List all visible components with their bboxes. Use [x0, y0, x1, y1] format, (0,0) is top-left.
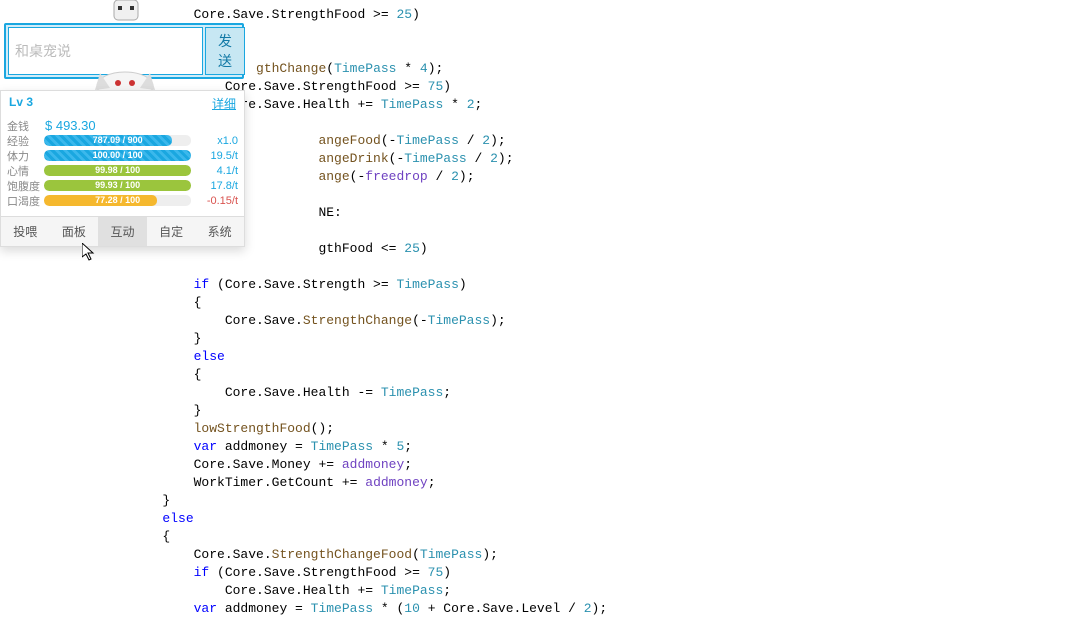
- stat-bar: 99.93 / 100: [44, 180, 191, 191]
- stat-rate: 19.5/t: [193, 150, 238, 162]
- stat-label: 经验: [7, 133, 42, 149]
- stat-bar-text: 787.09 / 900: [44, 135, 191, 146]
- tab-3[interactable]: 自定: [147, 217, 196, 246]
- stat-bar-text: 99.93 / 100: [44, 180, 191, 191]
- stat-bar: 787.09 / 900: [44, 135, 191, 146]
- tab-1[interactable]: 面板: [50, 217, 99, 246]
- stats-panel: Lv 3 详细 金钱 $ 493.30 经验 787.09 / 900 x1.0…: [0, 90, 245, 247]
- stat-bar-text: 77.28 / 100: [44, 195, 191, 206]
- stat-bar-text: 99.98 / 100: [44, 165, 191, 176]
- stat-row: 体力 100.00 / 100 19.5/t: [7, 148, 238, 163]
- detail-link[interactable]: 详细: [212, 95, 236, 112]
- stat-row: 饱腹度 99.93 / 100 17.8/t: [7, 178, 238, 193]
- level-label: Lv 3: [9, 95, 33, 112]
- stat-label: 体力: [7, 148, 42, 164]
- stat-label: 口渴度: [7, 193, 42, 209]
- stat-rate: 17.8/t: [193, 180, 238, 192]
- send-button[interactable]: 发送: [205, 27, 245, 75]
- stat-bar: 100.00 / 100: [44, 150, 191, 161]
- stat-label: 饱腹度: [7, 178, 42, 194]
- stat-bar: 99.98 / 100: [44, 165, 191, 176]
- tab-2[interactable]: 互动: [98, 217, 147, 246]
- stat-row-money: 金钱 $ 493.30: [7, 118, 238, 133]
- stat-rate: 4.1/t: [193, 165, 238, 177]
- money-value: $ 493.30: [45, 118, 96, 133]
- tab-0[interactable]: 投喂: [1, 217, 50, 246]
- panel-tabs: 投喂面板互动自定系统: [1, 216, 244, 246]
- stat-rate: x1.0: [193, 135, 238, 147]
- tab-4[interactable]: 系统: [195, 217, 244, 246]
- money-label: 金钱: [7, 118, 43, 134]
- stat-rate: -0.15/t: [193, 195, 238, 207]
- stat-row: 心情 99.98 / 100 4.1/t: [7, 163, 238, 178]
- stat-row: 口渴度 77.28 / 100 -0.15/t: [7, 193, 238, 208]
- stat-bar-text: 100.00 / 100: [44, 150, 191, 161]
- stat-label: 心情: [7, 163, 42, 179]
- stat-row: 经验 787.09 / 900 x1.0: [7, 133, 238, 148]
- pet-sprite-head: [106, 0, 146, 24]
- stat-bar: 77.28 / 100: [44, 195, 191, 206]
